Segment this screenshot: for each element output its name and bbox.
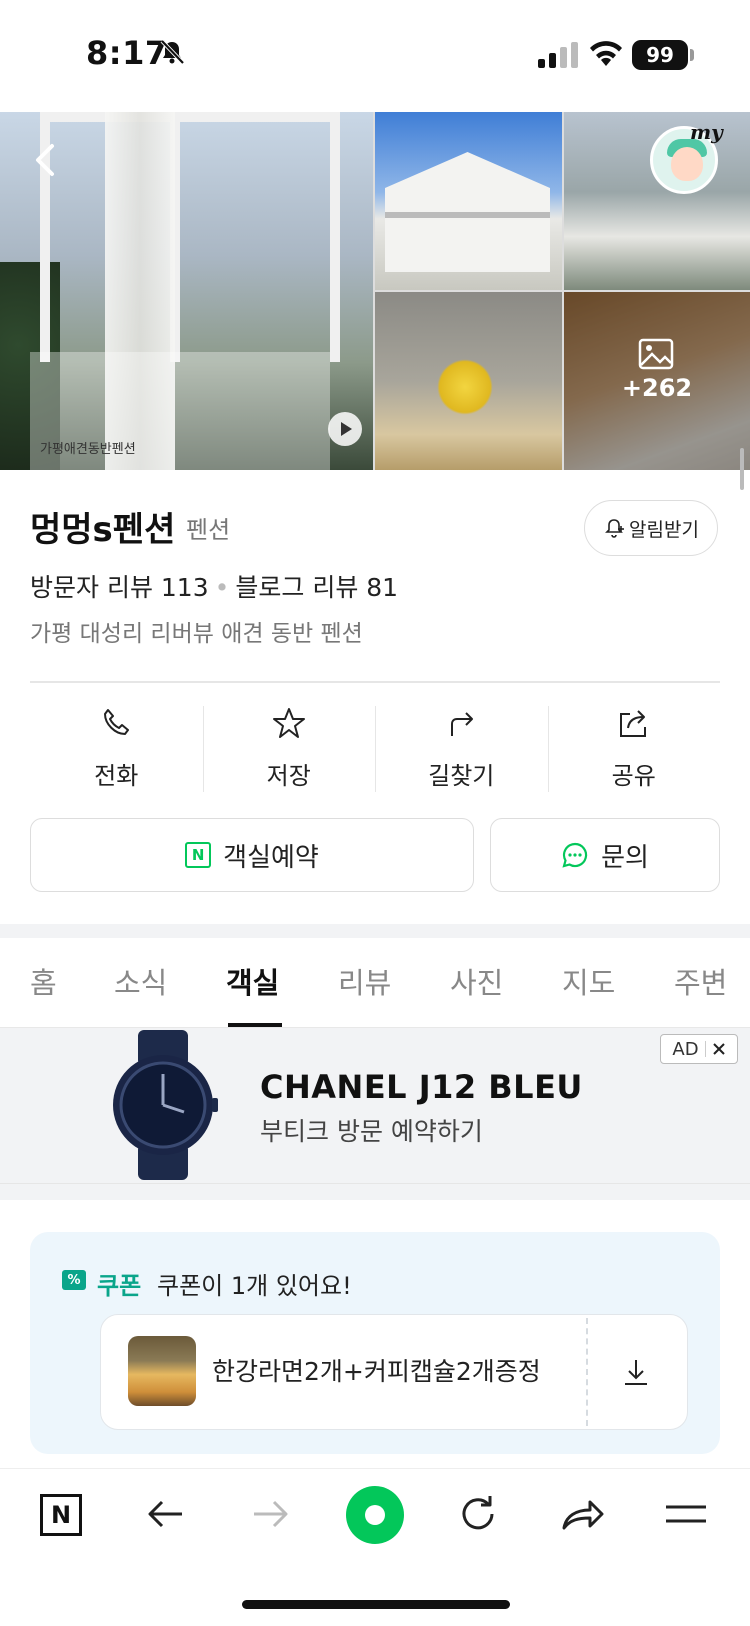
tab-reviews[interactable]: 리뷰 <box>338 960 391 1002</box>
main-photo[interactable]: 가평애견동반펜션 <box>0 112 373 470</box>
coupon-thumbnail <box>128 1336 196 1406</box>
section-separator-2 <box>0 1184 750 1200</box>
ad-label: AD <box>672 1038 699 1060</box>
window-frame <box>40 112 340 362</box>
booking-label: 객실예약 <box>223 842 319 873</box>
tab-news[interactable]: 소식 <box>114 960 167 1002</box>
save-label: 저장 <box>266 762 311 790</box>
download-icon[interactable] <box>620 1356 652 1388</box>
tab-map[interactable]: 지도 <box>562 960 615 1002</box>
flower-vase <box>435 352 495 422</box>
review-summary: 방문자 리뷰 113 • 블로그 리뷰 81 <box>30 568 398 604</box>
active-tab-indicator <box>228 1023 282 1027</box>
wifi-icon <box>590 41 622 66</box>
naver-home-icon[interactable]: N <box>40 1494 82 1536</box>
bell-muted-icon <box>160 39 185 65</box>
call-label: 전화 <box>94 762 139 790</box>
ad-subtitle[interactable]: 부티크 방문 예약하기 <box>260 1112 483 1148</box>
tab-photos[interactable]: 사진 <box>450 960 503 1002</box>
avatar-face <box>671 147 703 181</box>
battery-tip <box>690 49 694 61</box>
directions-action[interactable]: 길찾기 <box>375 700 548 798</box>
close-icon[interactable] <box>712 1042 726 1056</box>
share-label: 공유 <box>611 762 656 790</box>
alarm-button[interactable]: 알림받기 <box>584 500 718 556</box>
my-label: my <box>690 120 723 144</box>
phone-icon <box>104 709 130 735</box>
primary-buttons: N 객실예약 문의 <box>30 818 720 892</box>
inquiry-label: 문의 <box>601 842 649 873</box>
house-shape <box>385 152 550 272</box>
tab-rooms[interactable]: 객실 <box>226 960 279 1002</box>
call-action[interactable]: 전화 <box>30 700 203 798</box>
tab-bar: 홈 소식 객실 리뷰 사진 지도 주변 <box>0 938 750 1028</box>
ad-badge[interactable]: AD <box>660 1034 738 1064</box>
status-bar: 8:17 99 <box>0 0 750 112</box>
coupon-tag: 쿠폰 <box>97 1272 142 1300</box>
section-separator <box>0 924 750 938</box>
divider <box>30 681 720 683</box>
coupon-item-name[interactable]: 한강라면2개+커피캡슐2개증정 <box>212 1352 557 1388</box>
share-action[interactable]: 공유 <box>547 700 721 798</box>
visitor-review-link[interactable]: 방문자 리뷰 113 <box>30 573 209 602</box>
separator-dot: • <box>214 573 230 602</box>
coupon-dashed-divider <box>586 1318 588 1426</box>
home-indicator[interactable] <box>242 1600 510 1609</box>
blog-review-link[interactable]: 블로그 리뷰 81 <box>235 573 398 602</box>
alarm-label: 알림받기 <box>629 518 699 541</box>
reload-icon[interactable] <box>454 1490 502 1538</box>
photo-caption: 가평애견동반펜션 <box>40 442 136 457</box>
room-booking-button[interactable]: N 객실예약 <box>30 818 474 892</box>
house-photo[interactable] <box>375 112 562 290</box>
battery-indicator: 99 <box>632 40 688 70</box>
menu-icon[interactable] <box>662 1490 710 1538</box>
save-action[interactable]: 저장 <box>202 700 376 798</box>
tab-home[interactable]: 홈 <box>30 960 57 1002</box>
green-dot-button[interactable] <box>346 1486 404 1544</box>
chat-icon <box>562 842 588 868</box>
share-icon <box>619 710 646 737</box>
place-category: 펜션 <box>186 516 231 544</box>
star-icon <box>272 708 305 738</box>
share-arrow-icon[interactable] <box>558 1490 606 1538</box>
flower-photo[interactable] <box>375 292 562 470</box>
directions-icon <box>451 712 474 736</box>
directions-label: 길찾기 <box>428 762 495 790</box>
action-row: 전화 저장 길찾기 공유 <box>30 700 720 798</box>
tab-nearby[interactable]: 주변 <box>674 960 727 1002</box>
ad-badge-divider <box>704 1041 706 1057</box>
naver-booking-icon: N <box>185 842 212 868</box>
back-arrow-icon[interactable] <box>142 1490 190 1538</box>
coupon-percent-icon: % <box>62 1270 86 1290</box>
place-title: 멍멍s펜션 <box>30 510 176 550</box>
bell-plus-icon <box>605 519 625 538</box>
image-icon <box>638 338 674 370</box>
play-video-icon[interactable] <box>328 412 362 446</box>
scrollbar[interactable] <box>740 448 744 490</box>
ad-title[interactable]: CHANEL J12 BLEU <box>260 1068 583 1106</box>
more-photos-count: +262 <box>621 374 693 402</box>
clock: 8:17 <box>86 34 168 72</box>
place-description: 가평 대성리 리버뷰 애견 동반 펜션 <box>30 621 363 647</box>
coupon-message: 쿠폰이 1개 있어요! <box>157 1272 352 1300</box>
inquiry-button[interactable]: 문의 <box>490 818 720 892</box>
back-chevron-icon[interactable] <box>30 140 60 180</box>
forward-arrow-icon[interactable] <box>246 1490 294 1538</box>
cellular-signal-icon <box>538 42 578 68</box>
watch-image <box>113 1030 218 1180</box>
